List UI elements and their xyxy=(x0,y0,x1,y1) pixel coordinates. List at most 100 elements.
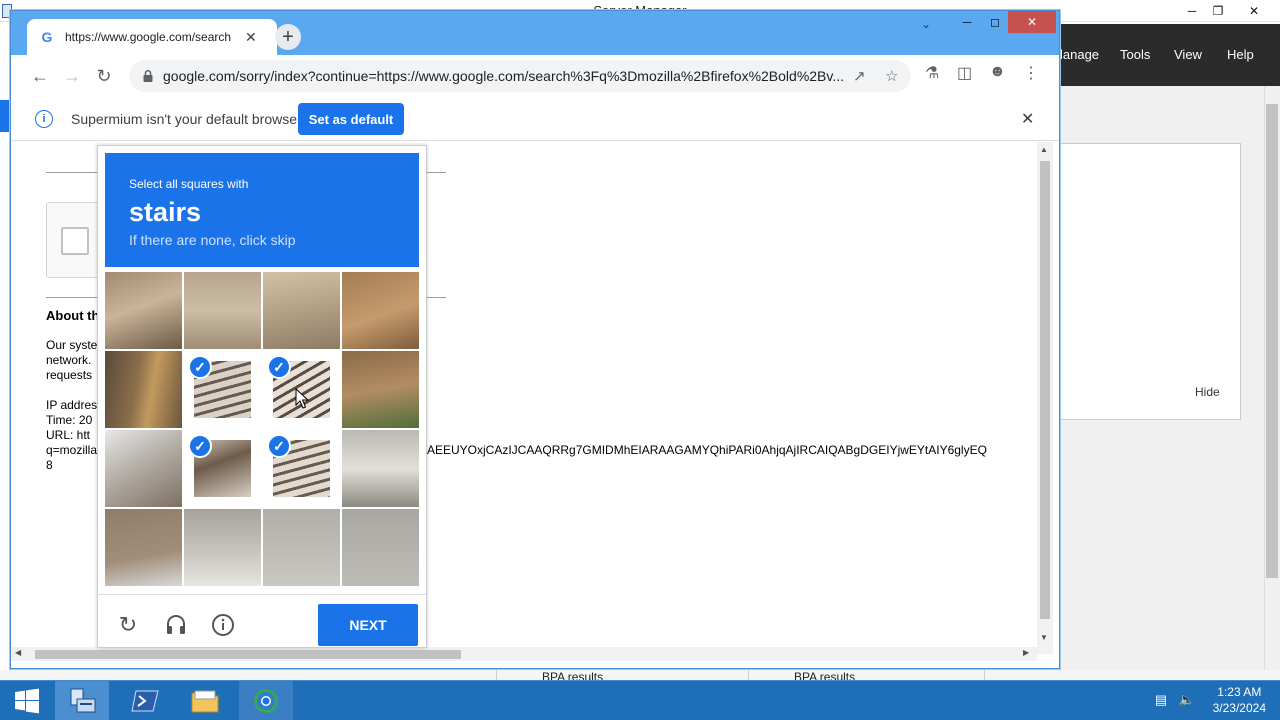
new-tab-icon[interactable]: + xyxy=(275,24,301,50)
taskbar-browser[interactable] xyxy=(239,681,293,720)
sm-left-accent xyxy=(0,100,10,132)
browser-toolbar: ← → ↻ google.com/sorry/index?continue=ht… xyxy=(11,55,1059,97)
captcha-tile-image xyxy=(263,509,340,586)
mouse-cursor-icon xyxy=(295,388,309,409)
taskbar-file-explorer[interactable] xyxy=(178,681,232,720)
bpa-divider xyxy=(748,668,749,680)
captcha-hint: If there are none, click skip xyxy=(129,232,296,248)
taskbar-server-manager[interactable] xyxy=(55,681,109,720)
captcha-tile-image xyxy=(105,351,182,428)
taskbar-clock[interactable]: 1:23 AM 3/23/2024 xyxy=(1213,684,1266,716)
bpa-results-label[interactable]: BPA results xyxy=(794,670,855,680)
forward-arrow-icon[interactable]: → xyxy=(59,63,85,89)
captcha-tile-image xyxy=(105,509,182,586)
captcha-tile[interactable] xyxy=(342,351,419,428)
para-line: IP addres xyxy=(46,398,98,412)
reload-challenge-icon[interactable]: ↻ xyxy=(115,612,141,638)
captcha-tile[interactable] xyxy=(263,509,340,586)
captcha-tile[interactable] xyxy=(342,509,419,586)
captcha-tile[interactable] xyxy=(105,509,182,586)
menu-dots-icon[interactable]: ⋮ xyxy=(1023,63,1039,83)
server-manager-panel xyxy=(1061,143,1241,420)
audio-challenge-icon[interactable] xyxy=(163,612,189,638)
recaptcha-checkbox[interactable] xyxy=(61,227,89,255)
next-button[interactable]: NEXT xyxy=(318,604,418,646)
checkmark-icon: ✓ xyxy=(267,434,291,458)
clock-time: 1:23 AM xyxy=(1217,685,1262,699)
volume-muted-icon[interactable]: 🔈 xyxy=(1178,692,1196,710)
supermium-browser-icon xyxy=(254,689,278,713)
captcha-tile-image xyxy=(184,272,261,349)
browser-minimize-icon[interactable]: ─ xyxy=(955,11,979,33)
browser-tab[interactable]: G https://www.google.com/search ✕ xyxy=(27,19,277,55)
start-button[interactable] xyxy=(0,681,54,720)
captcha-tile[interactable] xyxy=(342,272,419,349)
scroll-right-arrow-icon[interactable]: ▶ xyxy=(1023,648,1029,657)
windows-logo-icon xyxy=(15,688,39,714)
browser-titlebar: G https://www.google.com/search ✕ + ⌄ ─ … xyxy=(11,11,1059,55)
menu-help[interactable]: Help xyxy=(1227,47,1254,62)
para-line: URL: htt xyxy=(46,428,91,442)
menu-tools[interactable]: Tools xyxy=(1120,47,1150,62)
lock-icon xyxy=(143,69,153,82)
captcha-tile-image xyxy=(184,509,261,586)
captcha-instruction: Select all squares with xyxy=(129,177,249,191)
about-heading: About th xyxy=(46,308,100,323)
address-bar[interactable]: google.com/sorry/index?continue=https://… xyxy=(129,60,911,92)
info-circle-icon[interactable] xyxy=(210,612,236,638)
captcha-tile[interactable] xyxy=(105,351,182,428)
captcha-tile[interactable] xyxy=(263,272,340,349)
captcha-tile-image xyxy=(105,430,182,507)
network-tray-icon[interactable]: ▤ xyxy=(1152,692,1170,710)
bpa-results-label[interactable]: BPA results xyxy=(542,670,603,680)
para-line: requests xyxy=(46,368,93,382)
google-favicon-icon: G xyxy=(41,29,53,45)
hide-link[interactable]: Hide xyxy=(1195,385,1220,399)
captcha-grid: ✓ ✓ ✓ ✓ xyxy=(105,272,419,586)
captcha-tile[interactable] xyxy=(184,509,261,586)
tab-close-icon[interactable]: ✕ xyxy=(245,29,257,46)
extensions-icon[interactable]: ⚗ xyxy=(925,63,939,83)
bookmark-star-icon[interactable]: ☆ xyxy=(885,67,898,85)
captcha-tile-selected[interactable]: ✓ xyxy=(184,430,261,507)
set-as-default-button[interactable]: Set as default xyxy=(298,103,404,135)
captcha-header: Select all squares with stairs If there … xyxy=(105,153,419,267)
captcha-tile[interactable] xyxy=(184,272,261,349)
page-vertical-scroll-thumb[interactable] xyxy=(1040,161,1050,619)
captcha-tile-selected[interactable]: ✓ xyxy=(263,430,340,507)
captcha-challenge: Select all squares with stairs If there … xyxy=(97,145,427,648)
menu-manage[interactable]: lanage xyxy=(1060,47,1099,62)
captcha-tile-image xyxy=(342,272,419,349)
captcha-target: stairs xyxy=(129,197,202,227)
browser-maximize-icon[interactable]: ◻ xyxy=(983,11,1007,33)
reload-icon[interactable]: ↻ xyxy=(91,63,117,89)
side-panel-icon[interactable]: ◫ xyxy=(957,63,972,83)
sm-bottom-area xyxy=(0,670,1280,680)
captcha-tile-image xyxy=(342,509,419,586)
scroll-down-arrow-icon[interactable]: ▼ xyxy=(1040,633,1048,642)
tab-search-chevron-icon[interactable]: ⌄ xyxy=(921,17,931,31)
sm-restore-icon[interactable]: ❐ xyxy=(1200,0,1236,22)
page-horizontal-scroll-thumb[interactable] xyxy=(35,650,461,659)
bpa-divider xyxy=(496,668,497,680)
para-line: Our syste xyxy=(46,338,98,352)
sm-scrollbar-thumb[interactable] xyxy=(1266,104,1278,578)
checkmark-icon: ✓ xyxy=(188,355,212,379)
scroll-left-arrow-icon[interactable]: ◀ xyxy=(15,648,21,657)
captcha-tile-selected[interactable]: ✓ xyxy=(184,351,261,428)
profile-icon[interactable]: ☻ xyxy=(989,63,1006,81)
back-arrow-icon[interactable]: ← xyxy=(27,63,53,89)
menu-view[interactable]: View xyxy=(1174,47,1202,62)
captcha-tile-image xyxy=(105,272,182,349)
browser-close-icon[interactable]: ✕ xyxy=(1008,11,1056,33)
sm-close-icon[interactable]: ✕ xyxy=(1236,0,1272,22)
info-icon: i xyxy=(35,110,53,128)
infobar-close-icon[interactable]: ✕ xyxy=(1021,109,1034,129)
captcha-tile[interactable] xyxy=(105,430,182,507)
taskbar-powershell[interactable] xyxy=(118,681,172,720)
share-icon[interactable]: ↗ xyxy=(853,67,866,85)
folder-icon xyxy=(191,690,219,713)
captcha-tile[interactable] xyxy=(105,272,182,349)
captcha-tile[interactable] xyxy=(342,430,419,507)
scroll-up-arrow-icon[interactable]: ▲ xyxy=(1040,145,1048,154)
